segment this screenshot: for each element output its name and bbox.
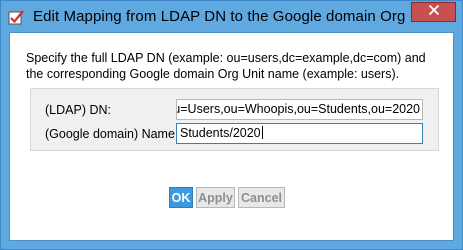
google-domain-name-value: Students/2020 — [180, 126, 261, 140]
window-title: Edit Mapping from LDAP DN to the Google … — [33, 8, 423, 25]
title-bar[interactable]: Edit Mapping from LDAP DN to the Google … — [1, 1, 462, 33]
dialog-buttons: OK Apply Cancel — [169, 187, 285, 208]
dialog-body: Specify the full LDAP DN (example: ou=us… — [9, 32, 454, 241]
mapping-fields-panel: (LDAP) DN: ou=Users,ou=Whoopis,ou=Studen… — [30, 88, 439, 151]
ldap-dn-input[interactable]: ou=Users,ou=Whoopis,ou=Students,ou=2020 — [176, 99, 423, 120]
apply-button[interactable]: Apply — [196, 187, 235, 208]
cancel-button[interactable]: Cancel — [238, 187, 285, 208]
text-cursor — [261, 126, 263, 139]
google-domain-name-input[interactable]: Students/2020 — [176, 123, 423, 144]
dialog-window: Edit Mapping from LDAP DN to the Google … — [0, 0, 463, 250]
close-icon — [428, 3, 440, 21]
ok-button[interactable]: OK — [169, 187, 193, 208]
google-domain-name-label: (Google domain) Name: — [45, 127, 179, 141]
instructions-text: Specify the full LDAP DN (example: ou=us… — [26, 51, 426, 81]
close-button[interactable] — [411, 2, 456, 22]
ldap-dn-value: ou=Users,ou=Whoopis,ou=Students,ou=2020 — [176, 102, 420, 116]
checkbox-checked-icon — [8, 9, 25, 26]
ldap-dn-label: (LDAP) DN: — [45, 103, 111, 117]
